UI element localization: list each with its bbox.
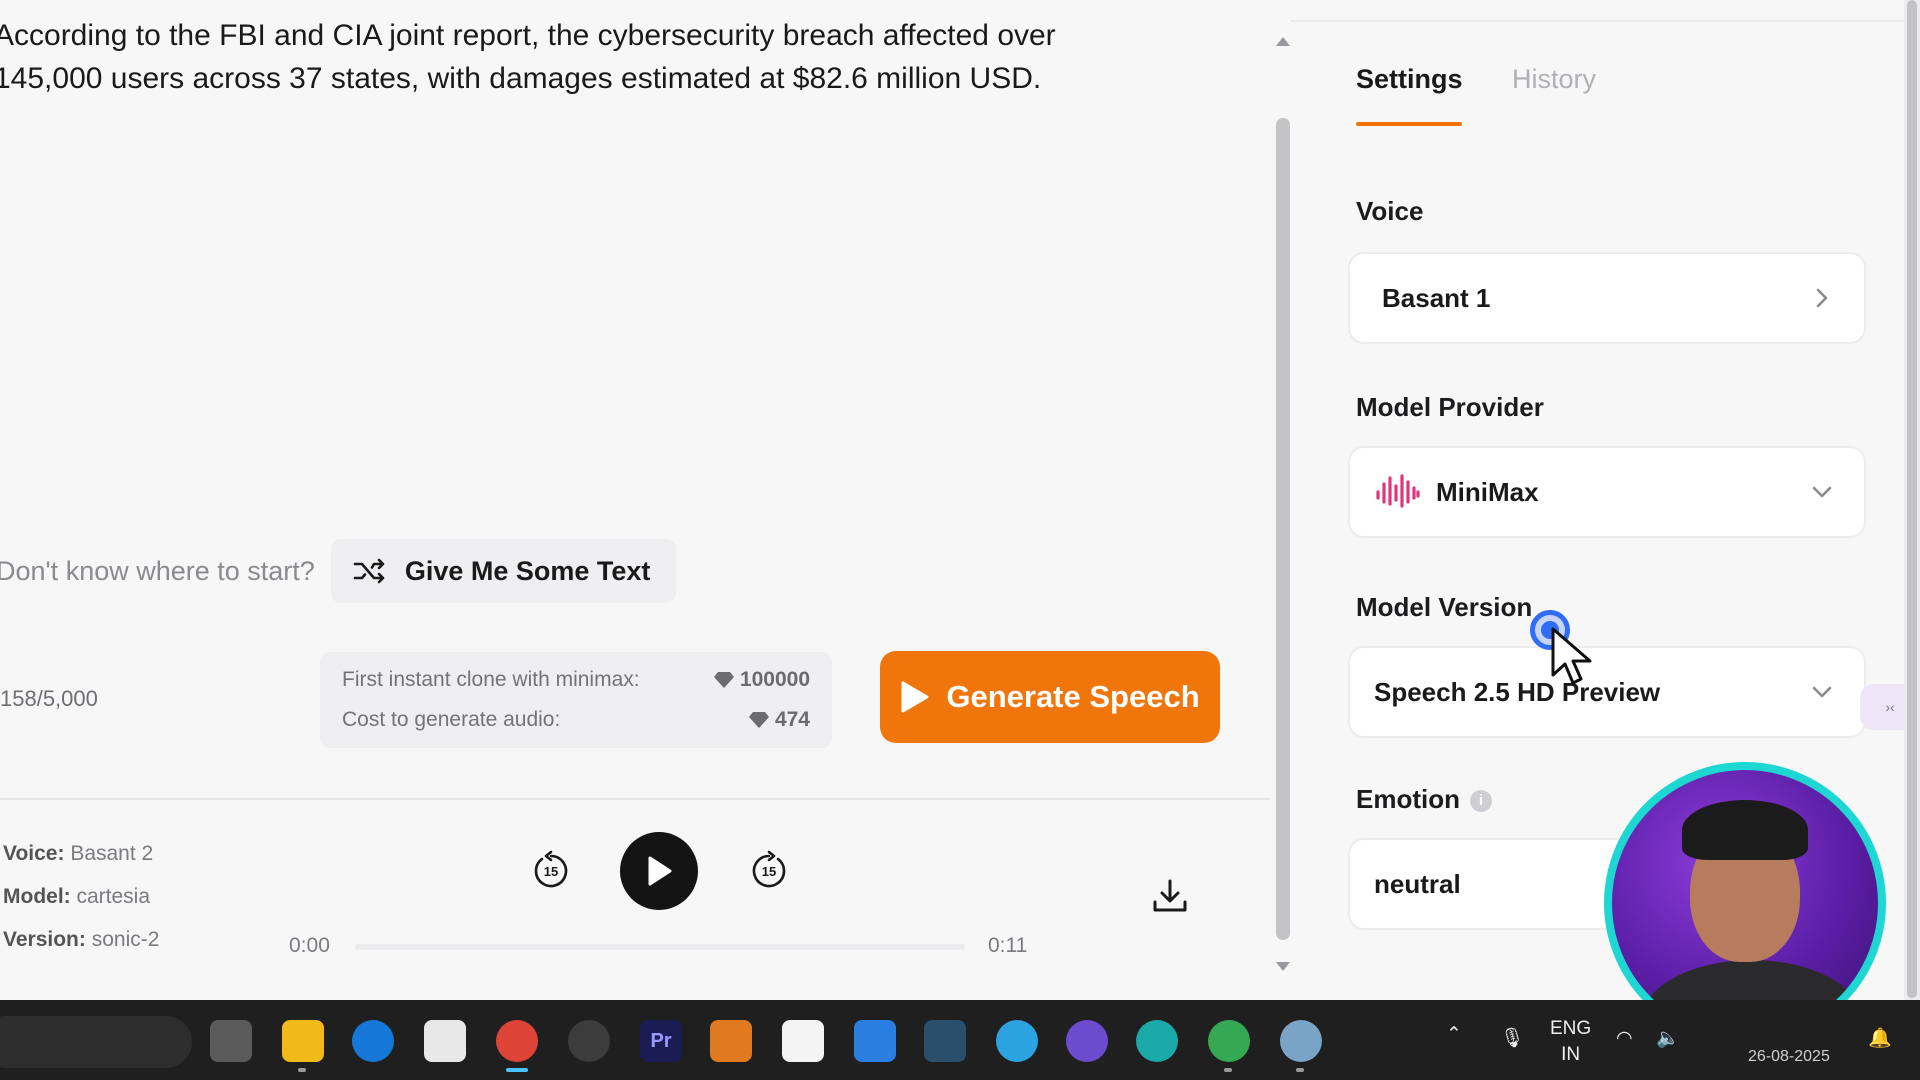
microphone-icon[interactable]: 🎙 bbox=[1500, 1026, 1524, 1052]
file-explorer-icon[interactable] bbox=[282, 1020, 324, 1062]
gem-icon bbox=[713, 672, 734, 688]
taskbar-date: 26-08-2025 bbox=[1748, 1048, 1830, 1065]
voice-selector[interactable]: Basant 1 bbox=[1348, 252, 1866, 344]
divider bbox=[0, 798, 1270, 800]
model-version-dropdown[interactable]: Speech 2.5 HD Preview bbox=[1348, 646, 1866, 738]
tab-history[interactable]: History bbox=[1512, 64, 1596, 95]
model-provider-label: Model Provider bbox=[1356, 392, 1544, 422]
presenter-hair bbox=[1682, 800, 1808, 860]
download-icon[interactable] bbox=[1150, 876, 1190, 916]
browser-icon[interactable] bbox=[1066, 1020, 1108, 1062]
capcut-icon[interactable] bbox=[782, 1020, 824, 1062]
current-time: 0:00 bbox=[289, 934, 330, 957]
clone-cost-label: First instant clone with minimax: bbox=[342, 668, 640, 691]
store-icon[interactable] bbox=[424, 1020, 466, 1062]
editor-panel: According to the FBI and CIA joint repor… bbox=[0, 0, 1270, 1000]
shuffle-icon bbox=[353, 558, 385, 584]
play-icon bbox=[648, 856, 672, 886]
edge-icon[interactable] bbox=[352, 1020, 394, 1062]
tab-settings[interactable]: Settings bbox=[1356, 64, 1463, 95]
player-voice: Voice: Basant 2 bbox=[3, 842, 154, 865]
model-version-value: Speech 2.5 HD Preview bbox=[1374, 676, 1661, 707]
generate-speech-button[interactable]: Generate Speech bbox=[880, 651, 1220, 743]
info-icon[interactable]: i bbox=[1470, 790, 1492, 813]
notification-icon[interactable]: 🔔 bbox=[1868, 1026, 1892, 1052]
skip-back-15-button[interactable]: 15 bbox=[530, 850, 572, 892]
editor-line: According to the FBI and CIA joint repor… bbox=[0, 19, 1056, 52]
svg-text:15: 15 bbox=[762, 864, 776, 879]
top-border bbox=[1290, 20, 1920, 22]
model-provider-value: MiniMax bbox=[1436, 476, 1539, 507]
audio-cost-value: 474 bbox=[774, 708, 810, 731]
bird-app-icon[interactable] bbox=[710, 1020, 752, 1062]
wifi-icon[interactable]: ◠ bbox=[1616, 1026, 1633, 1052]
minimax-logo-icon bbox=[1376, 474, 1420, 508]
chevron-right-icon bbox=[1816, 288, 1828, 308]
mouse-cursor-icon bbox=[1551, 627, 1592, 685]
svg-text:15: 15 bbox=[544, 864, 558, 879]
character-count: 158/5,000 bbox=[0, 686, 98, 711]
running-indicator bbox=[1296, 1068, 1304, 1072]
give-me-text-label: Give Me Some Text bbox=[404, 555, 651, 586]
audio-cost-label: Cost to generate audio: bbox=[342, 708, 561, 731]
player-model: Model: cartesia bbox=[3, 885, 151, 908]
text-editor[interactable]: According to the FBI and CIA joint repor… bbox=[0, 14, 1114, 100]
hint-row: Don't know where to start? Give Me Some … bbox=[0, 538, 677, 604]
play-button[interactable] bbox=[620, 832, 698, 910]
hint-label: Don't know where to start? bbox=[0, 555, 315, 586]
telegram-icon[interactable] bbox=[996, 1020, 1038, 1062]
progress-bar[interactable] bbox=[355, 944, 965, 950]
premiere-pro-icon[interactable]: Pr bbox=[640, 1020, 682, 1062]
terminal-icon[interactable] bbox=[924, 1020, 966, 1062]
play-icon bbox=[901, 681, 929, 713]
chevron-down-icon bbox=[1812, 686, 1832, 698]
wave-app-icon[interactable] bbox=[1136, 1020, 1178, 1062]
cost-summary: First instant clone with minimax: 100000… bbox=[320, 652, 832, 748]
model-provider-dropdown[interactable]: MiniMax bbox=[1348, 446, 1866, 538]
volume-icon[interactable]: 🔈 bbox=[1656, 1026, 1680, 1052]
chrome-profile-icon[interactable] bbox=[1208, 1020, 1250, 1062]
running-indicator bbox=[1224, 1068, 1232, 1072]
emotion-value: neutral bbox=[1374, 868, 1461, 899]
model-version-label: Model Version bbox=[1356, 592, 1533, 622]
page-scrollbar-thumb[interactable] bbox=[1907, 0, 1917, 998]
generate-speech-label: Generate Speech bbox=[946, 679, 1200, 714]
active-tab-indicator bbox=[1356, 122, 1462, 126]
task-view-icon[interactable] bbox=[210, 1020, 252, 1062]
obs-icon[interactable] bbox=[568, 1020, 610, 1062]
player-version: Version: sonic-2 bbox=[3, 928, 160, 951]
give-me-text-button[interactable]: Give Me Some Text bbox=[330, 539, 677, 603]
voice-value: Basant 1 bbox=[1382, 282, 1491, 313]
language-indicator[interactable]: ENG IN bbox=[1550, 1016, 1591, 1068]
editor-line: 145,000 users across 37 states, with dam… bbox=[0, 62, 1042, 95]
audio-cost-row: Cost to generate audio: 474 bbox=[342, 708, 810, 732]
voice-label: Voice bbox=[1356, 196, 1424, 226]
chevron-down-icon bbox=[1812, 486, 1832, 498]
scrollbar-thumb[interactable] bbox=[1276, 118, 1290, 940]
duration: 0:11 bbox=[988, 934, 1028, 957]
clone-cost-value: 100000 bbox=[739, 668, 810, 691]
chrome-icon[interactable] bbox=[496, 1020, 538, 1062]
settings-gear-icon[interactable] bbox=[1280, 1020, 1322, 1062]
running-indicator bbox=[298, 1068, 306, 1072]
skip-forward-15-button[interactable]: 15 bbox=[748, 850, 790, 892]
clone-cost-row: First instant clone with minimax: 100000 bbox=[342, 668, 810, 692]
active-app-indicator bbox=[506, 1068, 528, 1072]
tray-chevron-up-icon[interactable]: ⌃ bbox=[1446, 1022, 1462, 1048]
taskbar-search[interactable] bbox=[0, 1016, 192, 1068]
notepad-icon[interactable] bbox=[854, 1020, 896, 1062]
gem-icon bbox=[748, 712, 769, 728]
emotion-label: Emotion i bbox=[1356, 784, 1492, 815]
